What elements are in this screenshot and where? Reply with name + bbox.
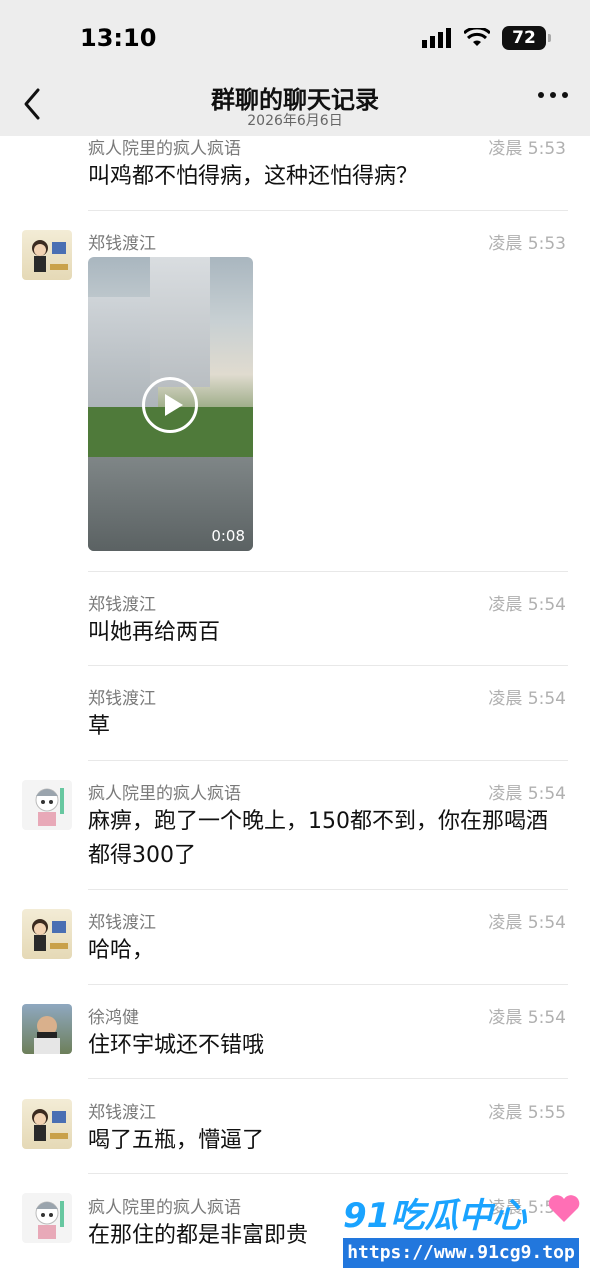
- divider: [88, 889, 568, 890]
- heart-icon: [548, 1195, 580, 1222]
- cartoon-avatar-icon: [35, 788, 64, 826]
- navigation-bar: 13:10 72 群聊的聊天记录 2026年6月6日: [0, 0, 590, 136]
- photo-avatar-icon: [34, 1016, 60, 1054]
- message-time: 凌晨 5:54: [488, 689, 566, 709]
- watermark-logo: 91吃瓜中心: [343, 1196, 527, 1236]
- divider: [88, 1078, 568, 1079]
- message-time: 凌晨 5:54: [488, 595, 566, 615]
- message-sender: 郑钱渡江: [88, 913, 156, 933]
- message-text: 麻痹，跑了一个晚上，150都不到，你在那喝酒都得300了: [88, 809, 548, 868]
- cartoon-avatar-icon: [35, 1201, 64, 1239]
- avatar[interactable]: [22, 1004, 72, 1054]
- cartoon-avatar-icon: [32, 1109, 68, 1141]
- page-subtitle-date: 2026年6月6日: [247, 113, 343, 129]
- message-text: 叫她再给两百: [88, 620, 221, 645]
- play-icon[interactable]: [142, 377, 198, 433]
- message-text: 草: [88, 714, 111, 739]
- video-thumbnail[interactable]: 0:08: [88, 257, 253, 551]
- wifi-icon: [464, 28, 490, 46]
- message-time: 凌晨 5:54: [488, 784, 566, 804]
- message-time: 凌晨 5:53: [488, 139, 566, 159]
- message-sender: 徐鸿健: [88, 1008, 139, 1028]
- avatar[interactable]: [22, 230, 72, 280]
- message-time: 凌晨 5:55: [488, 1103, 566, 1123]
- divider: [88, 571, 568, 572]
- message-time: 凌晨 5:54: [488, 913, 566, 933]
- status-time: 13:10: [80, 24, 157, 52]
- divider: [88, 665, 568, 666]
- watermark-url: https://www.91cg9.top: [343, 1238, 579, 1268]
- cartoon-avatar-icon: [32, 919, 68, 951]
- message-sender: 郑钱渡江: [88, 234, 156, 254]
- message-time: 凌晨 5:54: [488, 1008, 566, 1028]
- message-sender: 郑钱渡江: [88, 1103, 156, 1123]
- message-text: 叫鸡都不怕得病，这种还怕得病？: [88, 164, 419, 189]
- divider: [88, 760, 568, 761]
- status-icons: 72: [422, 26, 551, 50]
- divider: [88, 984, 568, 985]
- divider: [88, 1173, 568, 1174]
- message-sender: 疯人院里的疯人疯语: [88, 784, 241, 804]
- message-sender: 疯人院里的疯人疯语: [88, 1198, 241, 1218]
- divider: [88, 210, 568, 211]
- battery-level: 72: [512, 28, 536, 48]
- avatar[interactable]: [22, 1193, 72, 1243]
- message-text: 住环宇城还不错哦: [88, 1033, 265, 1058]
- avatar[interactable]: [22, 780, 72, 830]
- message-sender: 郑钱渡江: [88, 595, 156, 615]
- watermark: 91吃瓜中心 https://www.91cg9.top: [343, 1188, 583, 1272]
- battery-indicator: 72: [502, 26, 551, 50]
- avatar[interactable]: [22, 909, 72, 959]
- message-text: 喝了五瓶，懵逼了: [88, 1128, 265, 1153]
- message-time: 凌晨 5:53: [488, 234, 566, 254]
- message-sender: 郑钱渡江: [88, 689, 156, 709]
- cellular-signal-icon: [422, 28, 451, 48]
- video-duration: 0:08: [211, 527, 245, 545]
- message-sender: 疯人院里的疯人疯语: [88, 139, 241, 159]
- avatar[interactable]: [22, 1099, 72, 1149]
- cartoon-avatar-icon: [32, 240, 68, 272]
- more-options-icon[interactable]: [538, 92, 568, 98]
- message-text: 哈哈，: [88, 938, 155, 963]
